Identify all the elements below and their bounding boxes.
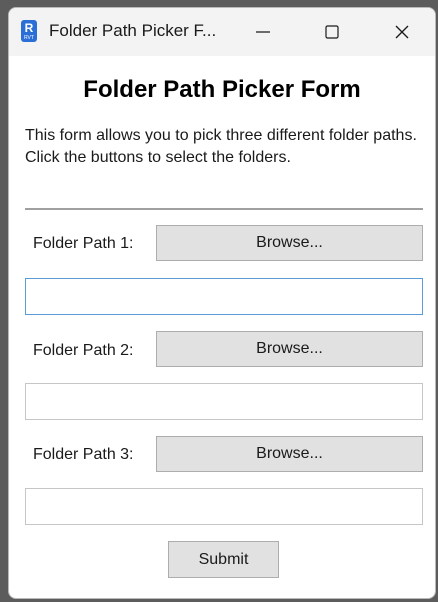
folder-path-2-label: Folder Path 2:: [33, 342, 134, 359]
close-button[interactable]: [379, 8, 425, 56]
form-window: R RVT Folder Path Picker F... Folder Pat…: [8, 7, 436, 599]
minimize-icon: [256, 31, 270, 33]
description-line-2: Click the buttons to select the folders.: [25, 149, 291, 166]
description-line-1: This form allows you to pick three diffe…: [25, 127, 417, 144]
browse-button-2[interactable]: Browse...: [156, 331, 423, 367]
divider: [25, 208, 423, 210]
window-title: Folder Path Picker F...: [49, 21, 217, 40]
app-icon: R RVT: [21, 20, 37, 42]
browse-button-1[interactable]: Browse...: [156, 225, 423, 261]
browse-button-3[interactable]: Browse...: [156, 436, 423, 472]
maximize-button[interactable]: [309, 8, 355, 56]
folder-path-3-input[interactable]: [25, 488, 423, 525]
folder-path-1-label: Folder Path 1:: [33, 235, 134, 252]
close-icon: [395, 25, 409, 39]
title-bar[interactable]: R RVT Folder Path Picker F...: [9, 8, 435, 56]
submit-button[interactable]: Submit: [168, 541, 279, 578]
folder-path-2-input[interactable]: [25, 383, 423, 420]
form-heading: Folder Path Picker Form: [83, 76, 361, 103]
maximize-icon: [325, 25, 339, 39]
minimize-button[interactable]: [240, 8, 286, 56]
form-description: This form allows you to pick three diffe…: [25, 125, 425, 169]
folder-path-1-input[interactable]: [25, 278, 423, 315]
folder-path-3-label: Folder Path 3:: [33, 446, 134, 463]
